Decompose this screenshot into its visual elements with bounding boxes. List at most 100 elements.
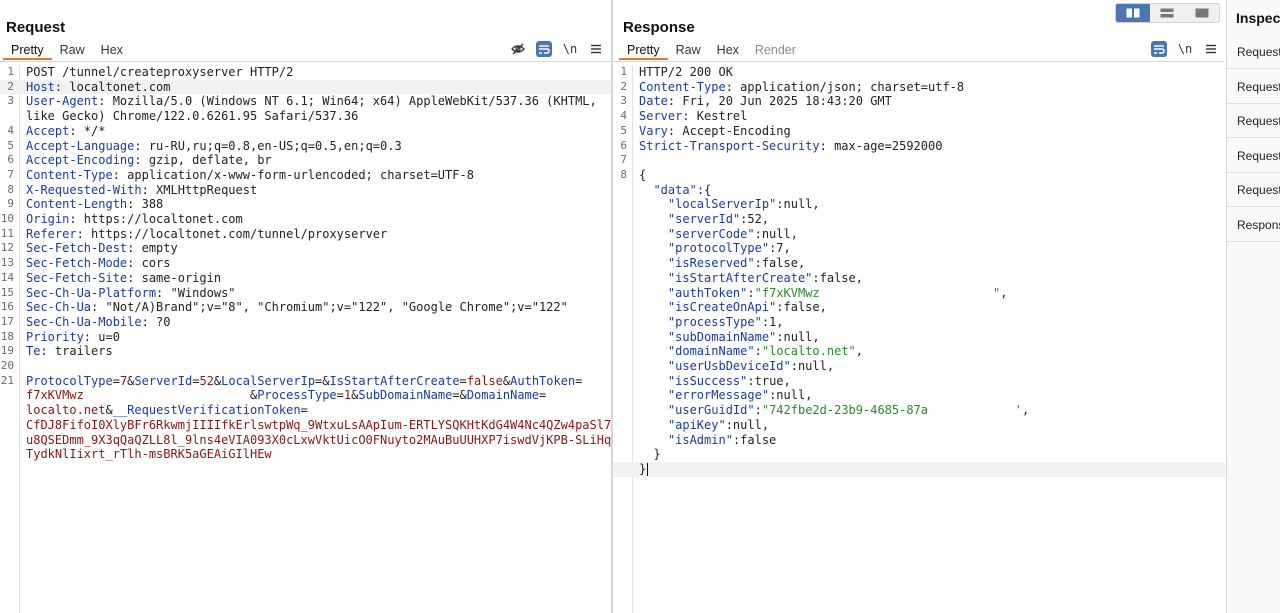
code-token: :false, [754,256,806,271]
line-number: 14 [0,270,14,284]
code-line: "isCreateOnApi":false, [613,300,1225,315]
newline-toggle[interactable]: \n [562,41,578,57]
code-token: = [336,388,344,403]
code-token: :{ [696,182,712,197]
inspector-title: Inspector [1236,10,1280,26]
code-line: 5 Vary: Accept-Encoding [613,124,1225,139]
line-text: HTTP/2 200 OK [639,65,733,80]
code-line: 8 X-Requested-With: XMLHttpRequest [0,183,611,198]
line-number: 7 [620,153,627,167]
line-number: 2 [7,79,14,93]
code-token: : [754,344,762,359]
wrap-lines-icon[interactable] [536,41,552,57]
line-text: X-Requested-With: XMLHttpRequest [26,183,257,198]
line-number: 6 [620,138,627,152]
line-number: 10 [0,212,14,225]
line-text: { [639,168,646,183]
code-line: 2 Content-Type: application/json; charset… [613,80,1225,95]
inspector-item[interactable]: Request headers [1227,173,1280,208]
code-line: 20 [0,359,611,374]
inspector-item[interactable]: Request query parameters [1227,70,1280,104]
code-key: Content-Type [639,79,726,94]
code-token: localto.net [26,403,106,418]
wrap-lines-icon[interactable] [1151,41,1167,57]
code-line: "isSuccess":true, [613,374,1225,389]
line-text: "isCreateOnApi":false, [639,300,827,315]
code-key: Te [26,344,41,359]
line-number: 7 [7,167,14,181]
line-number: 8 [620,167,627,181]
line-text: Content-Length: 388 [26,197,163,212]
code-line: "data":{ [613,183,1225,198]
tab-pretty[interactable]: Pretty [3,42,52,60]
code-token: = [539,388,547,403]
single-pane-layout-icon[interactable] [1185,4,1219,22]
line-text: Content-Type: application/x-www-form-url… [26,168,474,183]
code-token: = [112,373,120,388]
line-text: Sec-Fetch-Dest: empty [26,241,178,256]
line-text: "userGuidId":"742fbe2d-23b9-4685-87a ', [639,403,1029,418]
code-token: & [105,403,113,418]
code-token: : ?0 [141,314,171,329]
code-token: : [754,403,762,418]
inspector-item[interactable]: Response headers [1227,208,1280,242]
code-line: 13 Sec-Fetch-Mode: cors [0,256,611,271]
response-editor[interactable]: 1 HTTP/2 200 OK 2 Content-Type: application… [613,65,1225,613]
tab-hex[interactable]: Hex [93,42,131,60]
stacked-layout-icon[interactable] [1150,4,1184,22]
code-line: "processType":1, [613,315,1225,330]
code-key: ServerId [134,373,193,388]
code-token: : localtonet.com [54,79,171,94]
code-line: } [613,461,1225,477]
inspector-item[interactable]: Request cookies [1227,139,1280,173]
line-text: Sec-Fetch-Mode: cors [26,256,171,271]
request-editor[interactable]: 1 POST /tunnel/createproxyserver HTTP/2 2 H… [0,65,618,613]
code-key: "serverId" [667,212,741,226]
code-line: "isAdmin":false [613,433,1225,448]
code-token: : max-age=2592000 [819,138,943,153]
code-token: : */* [69,123,106,138]
code-token: , [1000,285,1008,300]
code-token: :null, [776,197,820,212]
tab-render[interactable]: Render [747,42,804,60]
line-text: } [639,447,660,462]
code-token: = [459,373,467,388]
line-text: "userUsbDeviceId":null, [639,359,834,374]
code-line: "authToken":"f7xKVMwz ", [613,286,1225,301]
code-key: Referer [26,226,77,241]
hamburger-menu-icon[interactable] [588,41,604,57]
code-line: 10 Origin: https://localtonet.com [0,212,611,227]
code-token: : https://localtonet.com [69,212,243,226]
inspector-item[interactable]: Request body parameters [1227,104,1280,139]
tab-hex[interactable]: Hex [709,42,747,60]
code-line: 9 Content-Length: 388 [0,197,611,212]
line-text: localto.net&__RequestVerificationToken= [26,403,308,418]
code-token: HTTP/2 200 OK [639,65,733,79]
inspector-item[interactable]: Request attributes [1227,35,1280,69]
code-token: :7, [769,241,791,256]
hamburger-menu-icon[interactable] [1203,41,1219,57]
response-title: Response [623,19,695,36]
code-key: "processType" [667,314,762,329]
eye-slash-icon[interactable] [510,41,526,57]
tab-raw[interactable]: Raw [668,42,709,60]
line-text: Sec-Fetch-Site: same-origin [26,271,221,286]
line-text: "domainName":"localto.net", [639,344,863,359]
tab-raw[interactable]: Raw [52,42,93,60]
code-token: false [466,373,503,388]
side-by-side-layout-icon[interactable] [1116,4,1151,22]
line-number: 8 [7,182,14,196]
line-text: User-Agent: Mozilla/5.0 (Windows NT 6.1;… [26,94,597,109]
line-number: 13 [0,256,14,270]
tab-pretty[interactable]: Pretty [619,42,668,60]
newline-toggle[interactable]: \n [1177,41,1193,57]
code-key: Priority [26,329,84,344]
code-line: u8QSEDmm_9X3qQaQZLL8l_9lns4eVIA093X0cLxw… [0,433,618,448]
code-token: "localto.net" [761,344,856,359]
code-key: "isStartAfterCreate" [667,270,813,285]
